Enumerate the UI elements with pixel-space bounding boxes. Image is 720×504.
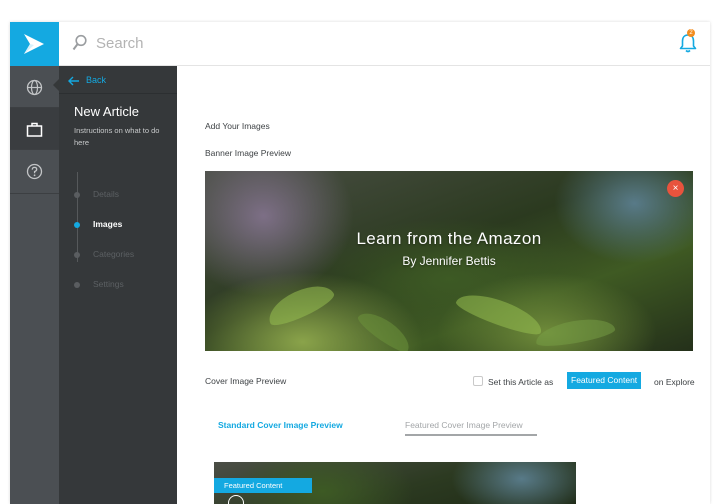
tab-underline [405, 434, 537, 436]
help-icon [26, 163, 43, 180]
arrow-left-icon [68, 76, 79, 86]
banner-subtitle: By Jennifer Bettis [402, 254, 496, 268]
app-window: 2 [10, 22, 710, 504]
leaf-shape [262, 277, 338, 331]
step-dot [74, 222, 80, 228]
step-settings[interactable]: Settings [74, 278, 174, 292]
globe-icon [26, 79, 43, 96]
step-label: Settings [93, 279, 124, 289]
panel-divider [59, 93, 177, 94]
remove-banner-button[interactable]: × [667, 180, 684, 197]
section-heading: Add Your Images [205, 121, 270, 131]
briefcase-icon [26, 122, 43, 137]
tab-standard-cover[interactable]: Standard Cover Image Preview [218, 420, 343, 430]
step-details[interactable]: Details [74, 188, 174, 202]
main-content: Add Your Images Banner Image Preview Lea… [177, 66, 710, 504]
logo-arrow-icon [24, 34, 44, 54]
panel-description: Instructions on what to do here [74, 126, 160, 147]
search-icon [72, 34, 87, 51]
banner-title: Learn from the Amazon [356, 229, 542, 248]
back-link[interactable]: Back [68, 73, 168, 89]
notification-badge: 2 [687, 29, 695, 37]
leaf-shape [354, 305, 416, 351]
leaf-shape [533, 314, 617, 350]
app-logo[interactable] [10, 22, 59, 66]
tab-featured-cover[interactable]: Featured Cover Image Preview [405, 420, 523, 430]
step-label: Categories [93, 249, 135, 259]
panel-title: New Article [74, 104, 140, 119]
step-dot [74, 282, 80, 288]
cover-preview-label: Cover Image Preview [205, 376, 287, 386]
step-label: Images [93, 219, 123, 229]
rail-item-explore[interactable] [10, 66, 59, 108]
step-images[interactable]: Images [74, 218, 174, 232]
rail-item-help[interactable] [10, 150, 59, 194]
step-label: Details [93, 189, 119, 199]
step-categories[interactable]: Categories [74, 248, 174, 262]
featured-checkbox[interactable] [473, 376, 483, 386]
rail-item-articles[interactable] [10, 108, 59, 150]
cover-featured-badge: Featured Content [214, 478, 312, 493]
back-label: Back [86, 75, 107, 85]
steps-panel: Back New Article Instructions on what to… [59, 66, 177, 504]
icon-rail [10, 66, 59, 504]
step-dot [74, 252, 80, 258]
featured-suffix: on Explore [654, 377, 695, 387]
step-dot [74, 192, 80, 198]
top-bar: 2 [10, 22, 710, 66]
featured-content-tag: Featured Content [567, 372, 642, 389]
search-input[interactable] [96, 32, 396, 54]
featured-checkbox-label: Set this Article as [488, 377, 554, 387]
cover-image-icon [228, 495, 244, 504]
banner-preview-label: Banner Image Preview [205, 148, 291, 158]
leaf-shape [453, 286, 547, 340]
cover-image-preview: Featured Content [214, 462, 576, 504]
banner-image-preview: Learn from the Amazon By Jennifer Bettis… [205, 171, 693, 351]
